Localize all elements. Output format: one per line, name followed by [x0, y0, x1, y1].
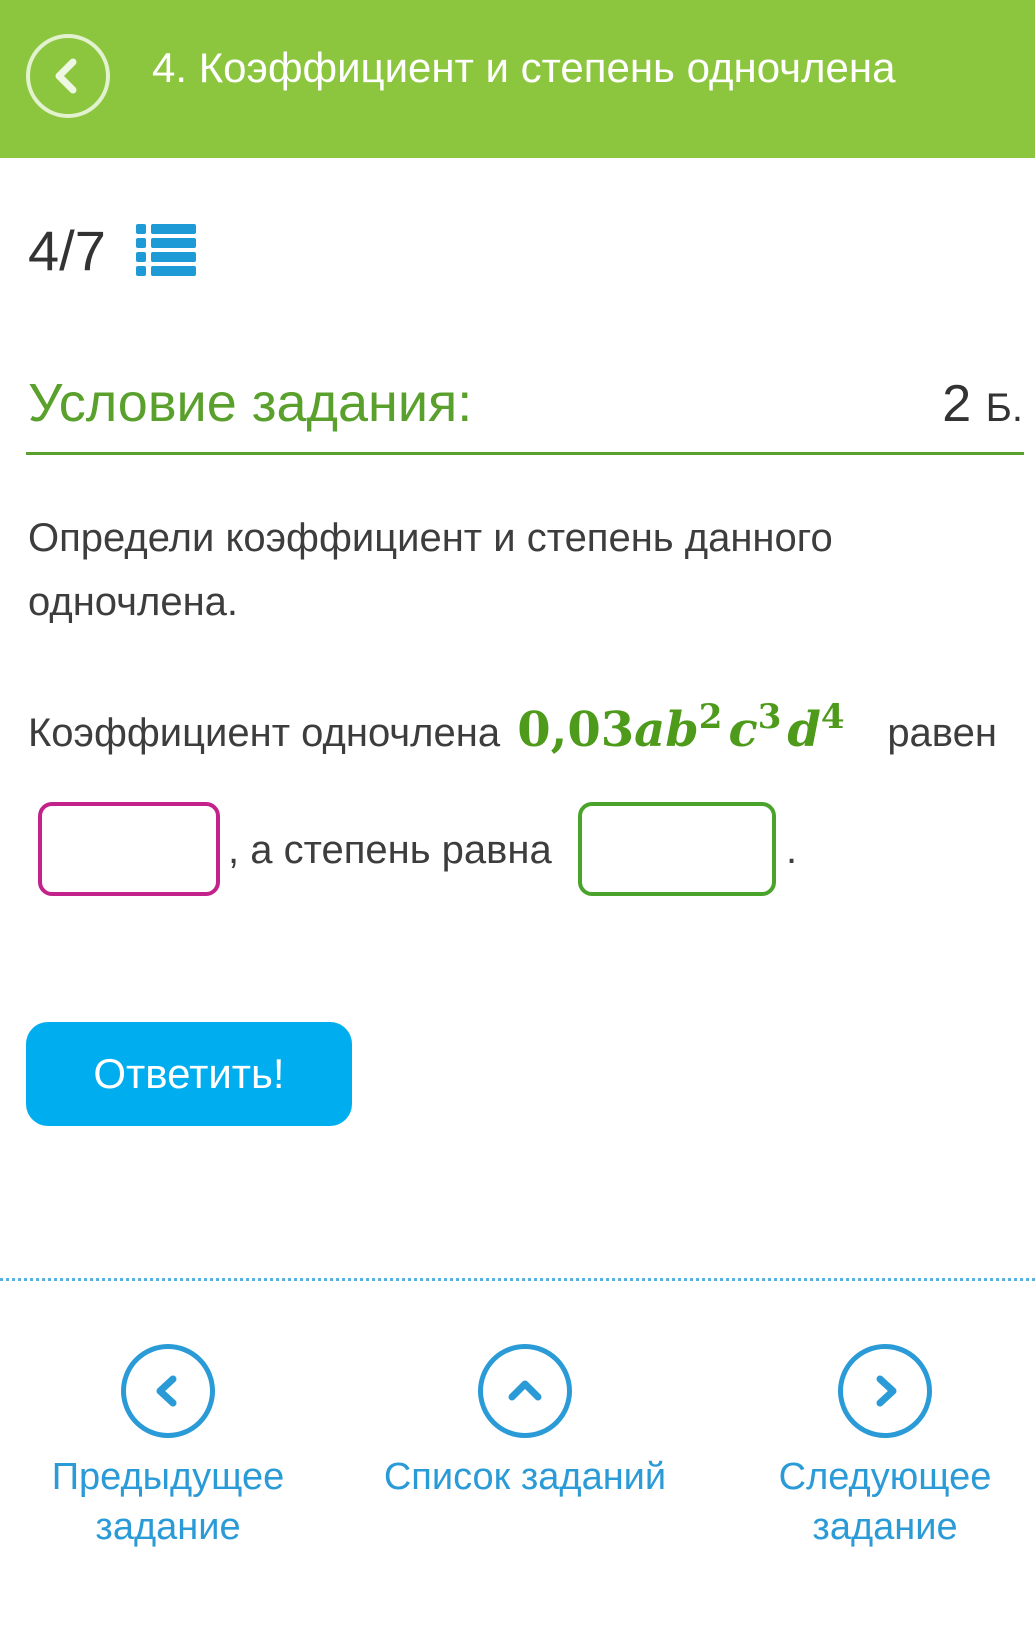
prev-task-link[interactable]: Предыдущее задание	[50, 1344, 286, 1552]
next-label-line1: Следующее	[778, 1456, 992, 1498]
section-divider	[26, 452, 1024, 455]
chevron-left-icon	[156, 1375, 177, 1407]
task-instruction: Определи коэффициент и степень данного о…	[28, 516, 833, 624]
formula-var-b: b	[665, 702, 699, 758]
submit-button[interactable]: Ответить!	[26, 1022, 352, 1126]
list-label: Список заданий	[383, 1456, 667, 1498]
task-list-link[interactable]: Список заданий	[380, 1344, 670, 1502]
list-circle	[478, 1344, 572, 1438]
formula-var-a: a	[634, 702, 666, 758]
back-button[interactable]	[26, 34, 110, 118]
answer-middle-text: , а степень равна	[228, 828, 552, 872]
points-label: 2 Б.	[942, 374, 1023, 434]
chevron-up-icon	[508, 1380, 542, 1401]
prev-circle	[121, 1344, 215, 1438]
answer-end-text: .	[786, 828, 798, 872]
page-title: 4. Коэффициент и степень одночлена	[152, 44, 896, 91]
chevron-left-icon	[55, 58, 77, 94]
points-unit: Б.	[985, 386, 1023, 430]
degree-input[interactable]	[578, 802, 776, 896]
list-icon[interactable]	[136, 224, 196, 278]
next-circle	[838, 1344, 932, 1438]
next-task-link[interactable]: Следующее задание	[770, 1344, 1000, 1552]
header-bar: 4. Коэффициент и степень одночлена	[0, 0, 1035, 158]
next-label-line2: задание	[812, 1506, 958, 1548]
section-title: Условие задания:	[28, 373, 473, 433]
dotted-divider	[0, 1278, 1035, 1281]
chevron-right-icon	[876, 1375, 897, 1407]
formula-coefficient: 0,03	[517, 702, 635, 758]
formula-line: Коэффициент одночлена 0,03ab2 c3 d4 равен	[28, 700, 997, 758]
coefficient-input[interactable]	[38, 802, 220, 896]
monomial-formula: 0,03ab2 c3 d4	[517, 700, 861, 758]
prev-label-line2: задание	[95, 1506, 241, 1548]
formula-exp-b: 2	[698, 697, 723, 737]
formula-var-d: d	[787, 702, 821, 758]
formula-prefix: Коэффициент одночлена	[28, 711, 501, 755]
points-value: 2	[942, 375, 972, 433]
task-progress: 4/7	[28, 219, 106, 282]
formula-exp-d: 4	[820, 697, 845, 737]
prev-label-line1: Предыдущее	[51, 1456, 285, 1498]
formula-var-c: c	[728, 702, 758, 758]
formula-exp-c: 3	[757, 697, 782, 737]
formula-suffix: равен	[887, 711, 997, 755]
